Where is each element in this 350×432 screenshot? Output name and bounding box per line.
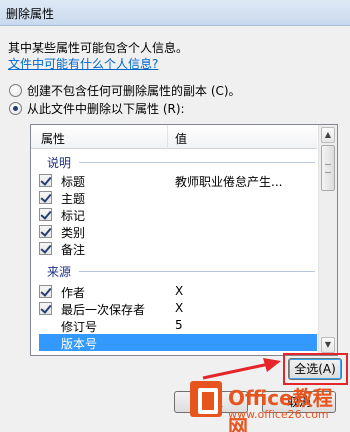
property-row[interactable]: 最后一次保存者 X	[39, 300, 317, 317]
watermark: Office教程网 www.office26.com	[184, 378, 350, 432]
property-name: 最后一次保存者	[61, 303, 146, 317]
property-row[interactable]: 类别	[39, 223, 317, 240]
option-label: 从此文件中删除以下属性 (R):	[27, 102, 185, 116]
checkbox-checked[interactable]	[39, 225, 52, 238]
property-value: 教师职业倦怠产生...	[175, 175, 283, 189]
option-create-copy[interactable]: 创建不包含任何可删除属性的副本 (C)。	[9, 82, 241, 99]
personal-info-link[interactable]: 文件中可能有什么个人信息?	[8, 55, 158, 72]
property-row[interactable]: 作者 X	[39, 283, 317, 300]
property-row[interactable]: 标题 教师职业倦怠产生...	[39, 172, 317, 189]
property-list[interactable]: 属性 值 说明 标题 教师职业倦怠产生... 主题 标记 类别 备注 来源 作者…	[30, 124, 338, 356]
property-row[interactable]: 主题	[39, 189, 317, 206]
group-title-source: 来源	[47, 265, 72, 279]
title-bar: 删除属性	[0, 0, 350, 26]
header-value[interactable]: 值	[175, 130, 187, 147]
office-logo-icon	[190, 381, 222, 417]
property-name: 主题	[61, 192, 86, 206]
property-row[interactable]: 修订号 5	[39, 317, 317, 334]
checkbox-checked[interactable]	[39, 285, 52, 298]
watermark-url: www.office26.com	[228, 408, 329, 421]
vertical-scrollbar[interactable]: ▲ ▼	[318, 125, 337, 355]
property-name: 作者	[61, 286, 86, 300]
info-text: 其中某些属性可能包含个人信息。	[8, 41, 189, 55]
property-value: X	[175, 301, 184, 315]
scroll-down-icon[interactable]: ▼	[321, 337, 335, 353]
header-property[interactable]: 属性	[41, 130, 65, 147]
list-header: 属性 值	[31, 125, 317, 149]
property-value: X	[175, 284, 184, 298]
checkbox-checked[interactable]	[39, 208, 52, 221]
property-row-selected[interactable]: 版本号	[39, 334, 317, 351]
property-name: 修订号	[61, 320, 98, 334]
property-name: 备注	[61, 243, 86, 257]
property-row[interactable]: 标记	[39, 206, 317, 223]
select-all-button[interactable]: 全选(A)	[288, 358, 342, 380]
radio-button[interactable]	[9, 84, 22, 97]
property-name: 版本号	[61, 337, 98, 351]
radio-button-selected[interactable]	[9, 102, 22, 115]
window-title: 删除属性	[6, 7, 55, 21]
watermark-brand: Office教程网	[228, 382, 350, 432]
scroll-thumb[interactable]	[321, 145, 335, 191]
property-name: 标题	[61, 175, 86, 189]
header-divider	[167, 125, 168, 149]
property-value: 5	[175, 318, 183, 332]
checkbox-checked[interactable]	[39, 191, 52, 204]
property-name: 标记	[61, 209, 86, 223]
watermark-brand-latin: Office	[228, 386, 293, 410]
option-label: 创建不包含任何可删除属性的副本 (C)。	[27, 84, 241, 98]
property-row[interactable]: 备注	[39, 240, 317, 257]
group-title-description: 说明	[47, 156, 72, 170]
checkbox-checked[interactable]	[39, 242, 52, 255]
option-remove-properties[interactable]: 从此文件中删除以下属性 (R):	[9, 100, 185, 117]
checkbox-checked[interactable]	[39, 302, 52, 315]
group-divider	[79, 162, 315, 163]
property-name: 类别	[61, 226, 86, 240]
scroll-up-icon[interactable]: ▲	[321, 127, 335, 143]
checkbox-checked[interactable]	[39, 174, 52, 187]
group-divider	[79, 271, 315, 272]
